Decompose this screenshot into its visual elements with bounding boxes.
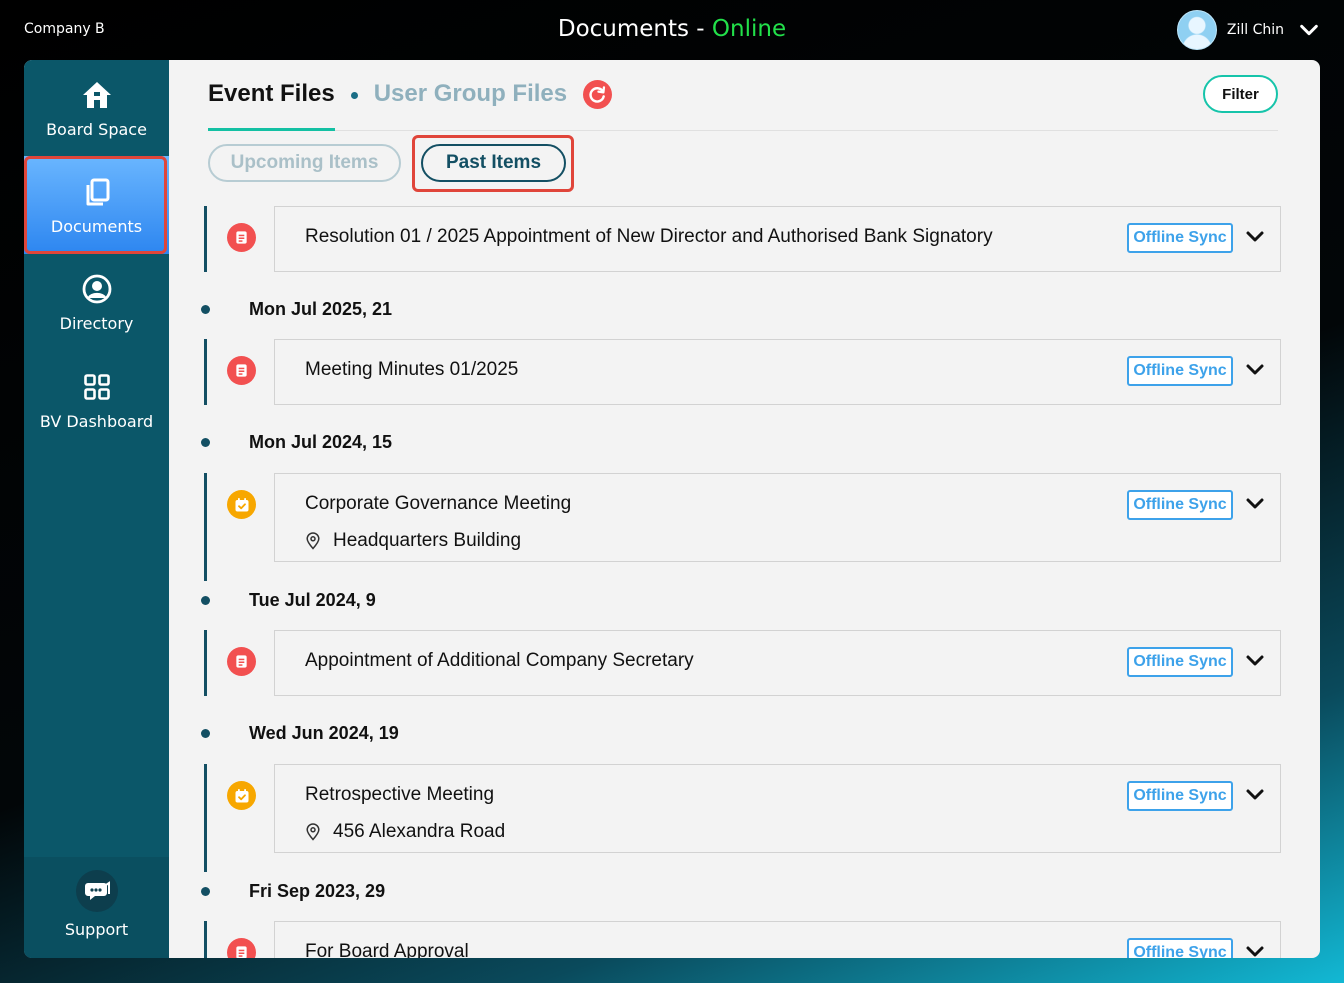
event-item-location: 456 Alexandra Road xyxy=(305,821,505,843)
chevron-down-icon[interactable] xyxy=(1245,360,1265,380)
event-item-card[interactable]: Resolution 01 / 2025 Appointment of New … xyxy=(274,206,1281,272)
user-name: Zill Chin xyxy=(1226,22,1284,38)
event-item-card[interactable]: Corporate Governance Meeting Headquarter… xyxy=(274,473,1281,562)
sidebar-item-label: BV Dashboard xyxy=(39,411,154,431)
chevron-down-icon[interactable] xyxy=(1245,942,1265,958)
timeline-date-dot xyxy=(201,305,210,314)
avatar[interactable] xyxy=(1176,10,1217,50)
sidebar-item-label: Board Space xyxy=(46,119,147,139)
timeline-date-dot xyxy=(201,596,210,605)
offline-sync-button[interactable]: Offline Sync xyxy=(1127,781,1233,811)
connection-status: Online xyxy=(711,16,787,42)
timeline-date: Mon Jul 2025, 21 xyxy=(249,299,393,319)
support-label: Support xyxy=(64,920,129,939)
support-button[interactable]: Support xyxy=(24,857,169,958)
timeline-line xyxy=(204,630,207,696)
timeline-date-dot xyxy=(201,887,210,896)
document-icon xyxy=(227,356,256,385)
app-title: Documents - Online xyxy=(0,16,1344,42)
user-circle-icon xyxy=(80,272,114,306)
event-item-location: Headquarters Building xyxy=(305,530,521,552)
timeline-date: Tue Jul 2024, 9 xyxy=(249,590,376,610)
event-item-card[interactable]: Retrospective Meeting 456 Alexandra Road… xyxy=(274,764,1281,853)
sidebar-item-directory[interactable]: Directory xyxy=(24,254,169,350)
chat-bubble-icon xyxy=(75,870,118,912)
offline-sync-button[interactable]: Offline Sync xyxy=(1127,647,1233,677)
event-item-title: Meeting Minutes 01/2025 xyxy=(305,359,519,380)
sidebar: Board Space Documents Directory BV Dashb… xyxy=(24,60,169,958)
documents-icon xyxy=(80,175,114,209)
document-icon xyxy=(227,938,256,958)
event-item-card[interactable]: Appointment of Additional Company Secret… xyxy=(274,630,1281,696)
event-item-title: Appointment of Additional Company Secret… xyxy=(305,650,694,671)
timeline-line xyxy=(204,921,207,958)
event-item-title: For Board Approval xyxy=(305,941,469,958)
timeline-date-dot xyxy=(201,729,210,738)
sidebar-item-label: Directory xyxy=(59,313,134,333)
sidebar-item-bv-dashboard[interactable]: BV Dashboard xyxy=(24,352,169,448)
top-bar: Company B Documents - Online Zill Chin xyxy=(0,0,1344,60)
offline-sync-button[interactable]: Offline Sync xyxy=(1127,223,1233,253)
content-panel: Board Space Documents Directory BV Dashb… xyxy=(24,60,1320,958)
sidebar-item-label: Documents xyxy=(50,216,143,236)
event-item-card[interactable]: Meeting Minutes 01/2025 Offline Sync xyxy=(274,339,1281,405)
document-icon xyxy=(227,647,256,676)
offline-sync-button[interactable]: Offline Sync xyxy=(1127,356,1233,386)
home-icon xyxy=(80,78,114,112)
calendar-icon xyxy=(227,490,256,519)
chevron-down-icon[interactable] xyxy=(1298,19,1320,41)
grid-icon xyxy=(80,370,114,404)
chevron-down-icon[interactable] xyxy=(1245,227,1265,247)
sidebar-item-board-space[interactable]: Board Space xyxy=(24,60,169,156)
event-item-title: Resolution 01 / 2025 Appointment of New … xyxy=(305,226,993,247)
chevron-down-icon[interactable] xyxy=(1245,494,1265,514)
timeline: Resolution 01 / 2025 Appointment of New … xyxy=(169,60,1320,958)
timeline-date: Fri Sep 2023, 29 xyxy=(249,881,386,901)
user-menu[interactable]: Zill Chin xyxy=(1176,10,1320,50)
timeline-date: Wed Jun 2024, 19 xyxy=(249,723,399,743)
offline-sync-button[interactable]: Offline Sync xyxy=(1127,490,1233,520)
location-text: Headquarters Building xyxy=(333,530,522,551)
chevron-down-icon[interactable] xyxy=(1245,651,1265,671)
title-prefix: Documents - xyxy=(557,16,712,42)
timeline-line xyxy=(204,339,207,405)
location-text: 456 Alexandra Road xyxy=(333,821,506,842)
offline-sync-button[interactable]: Offline Sync xyxy=(1127,938,1233,958)
event-item-title: Corporate Governance Meeting xyxy=(305,493,572,514)
timeline-date-dot xyxy=(201,438,210,447)
sidebar-item-documents[interactable]: Documents xyxy=(24,156,169,254)
timeline-date: Mon Jul 2024, 15 xyxy=(249,432,393,452)
timeline-line xyxy=(204,206,207,272)
calendar-icon xyxy=(227,781,256,810)
main-content: Event Files User Group Files Filter Upco… xyxy=(169,60,1320,958)
location-pin-icon xyxy=(306,532,320,550)
document-icon xyxy=(227,223,256,252)
timeline-line xyxy=(204,473,207,581)
event-item-card[interactable]: For Board Approval Offline Sync xyxy=(274,921,1281,958)
location-pin-icon xyxy=(306,823,320,841)
chevron-down-icon[interactable] xyxy=(1245,785,1265,805)
event-item-title: Retrospective Meeting xyxy=(305,784,495,805)
timeline-line xyxy=(204,764,207,872)
